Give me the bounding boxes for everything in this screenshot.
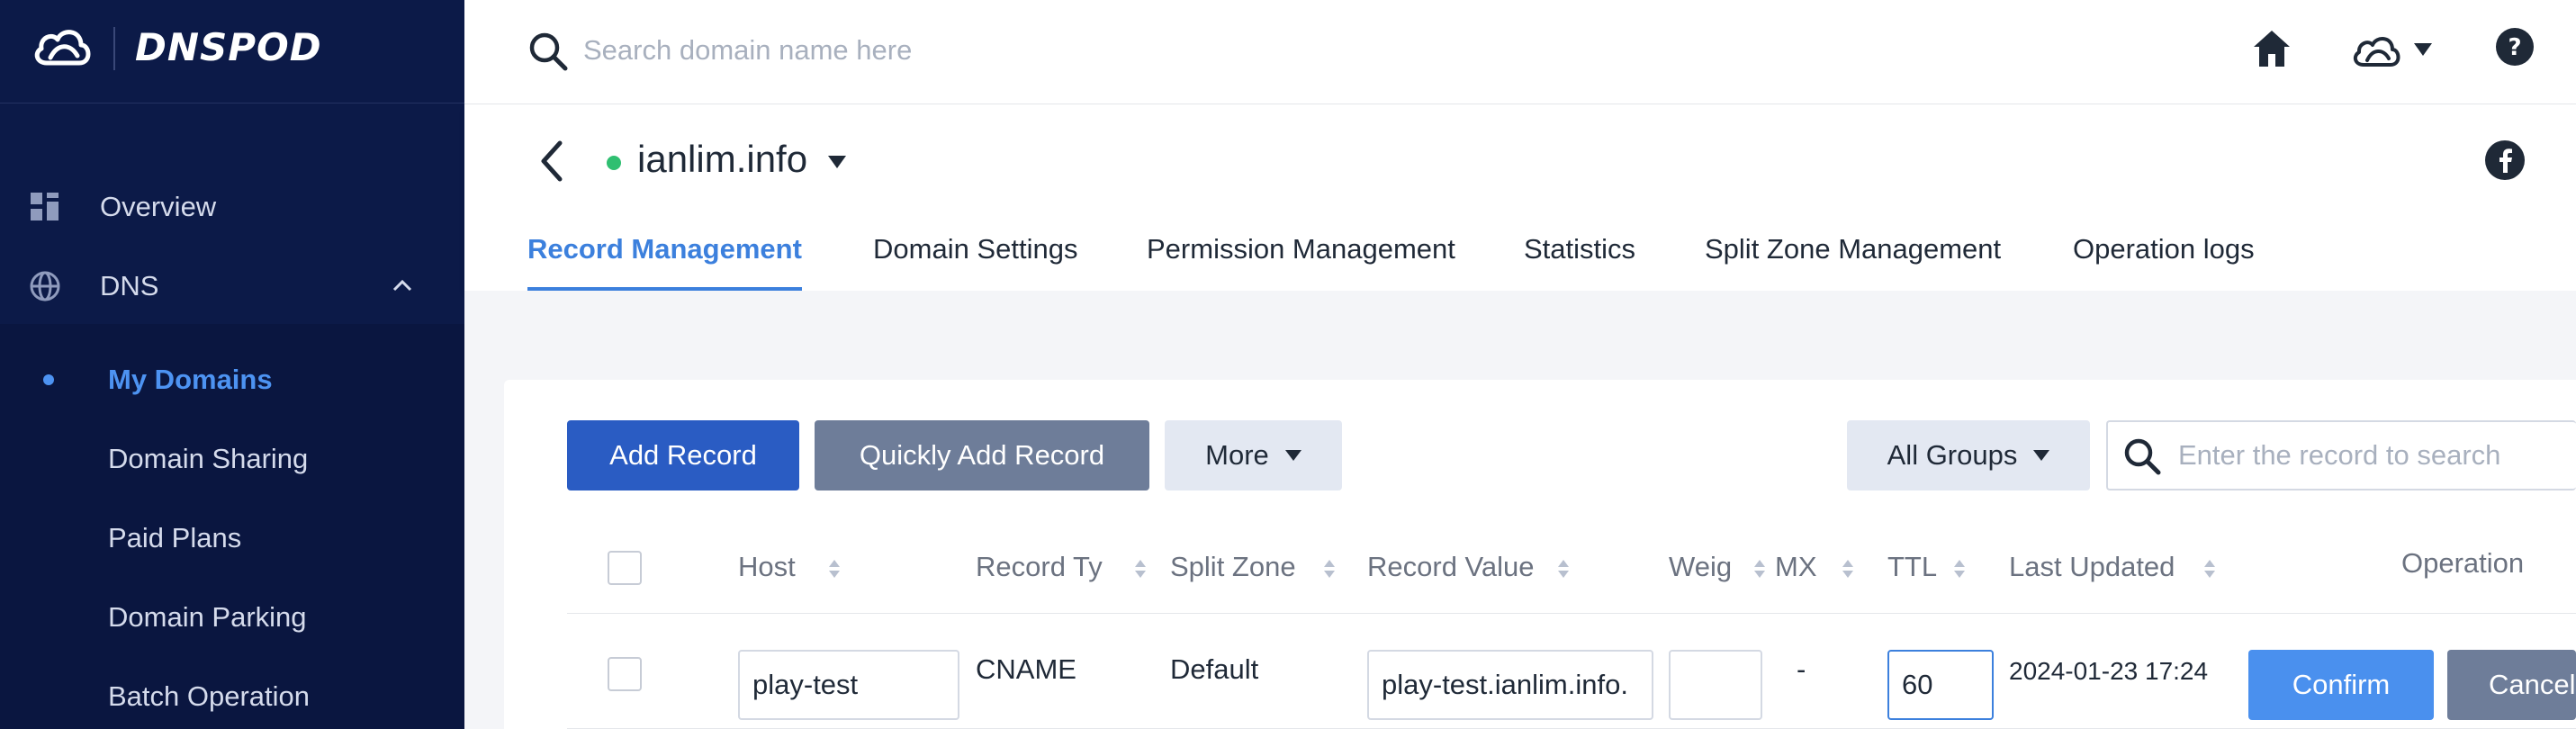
tab-operation-logs[interactable]: Operation logs	[2073, 231, 2255, 291]
tab-bar: Record Management Domain Settings Permis…	[464, 231, 2576, 291]
tab-permission-management[interactable]: Permission Management	[1147, 231, 1455, 291]
facebook-icon[interactable]	[2484, 140, 2526, 181]
sort-icon[interactable]	[1753, 558, 1766, 580]
cloud-icon[interactable]	[2351, 31, 2401, 70]
domain-header: ianlim.info Record Management Domain Set…	[464, 105, 2576, 291]
sidebar-subitem-label: My Domains	[108, 364, 273, 395]
header-operation: Operation	[2401, 547, 2525, 579]
brand-separator	[113, 27, 115, 70]
header-host[interactable]: Host	[738, 551, 796, 583]
sidebar-subitem-label: Domain Sharing	[108, 443, 309, 474]
record-value-input[interactable]	[1367, 650, 1653, 720]
sidebar-item-batch-operation[interactable]: Batch Operation	[0, 661, 464, 729]
add-record-button[interactable]: Add Record	[567, 420, 799, 490]
header-split-zone[interactable]: Split Zone	[1170, 551, 1296, 583]
last-updated-value: 2024-01-23 17:24	[2009, 657, 2209, 685]
more-dropdown-button[interactable]: More	[1165, 420, 1342, 490]
brand: DNSPOD	[0, 0, 464, 104]
records-card: Add Record Quickly Add Record More All G…	[504, 380, 2576, 729]
sidebar-item-dns[interactable]: DNS	[0, 250, 464, 322]
header-mx[interactable]: MX	[1775, 551, 1817, 583]
home-icon[interactable]	[2250, 27, 2293, 70]
sidebar: DNSPOD Overview DNS My Domains Domain Sh…	[0, 0, 464, 729]
search-icon[interactable]	[2122, 436, 2162, 476]
select-all-checkbox[interactable]	[608, 551, 642, 585]
topbar: ?	[464, 0, 2576, 104]
sidebar-item-domain-parking[interactable]: Domain Parking	[0, 581, 464, 653]
header-record-value[interactable]: Record Value	[1367, 551, 1535, 583]
weight-input[interactable]	[1669, 650, 1762, 720]
split-zone-select[interactable]: Default	[1170, 653, 1258, 686]
sidebar-item-label: DNS	[100, 270, 159, 302]
brand-name: DNSPOD	[135, 25, 322, 69]
search-icon[interactable]	[527, 31, 569, 72]
domain-name[interactable]: ianlim.info	[637, 138, 807, 181]
all-groups-dropdown[interactable]: All Groups	[1847, 420, 2090, 490]
domain-search-input[interactable]	[583, 27, 1393, 74]
back-arrow-icon[interactable]	[536, 138, 567, 184]
caret-down-icon	[1284, 450, 1302, 461]
header-last-updated[interactable]: Last Updated	[2009, 551, 2175, 583]
tab-record-management[interactable]: Record Management	[527, 231, 802, 291]
sidebar-subitem-label: Paid Plans	[108, 522, 242, 554]
row-checkbox[interactable]	[608, 657, 642, 691]
active-indicator	[43, 374, 54, 385]
mx-value: -	[1797, 653, 1806, 685]
record-type-select[interactable]: CNAME	[976, 653, 1076, 686]
tab-domain-settings[interactable]: Domain Settings	[873, 231, 1077, 291]
record-search	[2106, 420, 2576, 490]
more-label: More	[1205, 439, 1269, 471]
confirm-button[interactable]: Confirm	[2248, 650, 2434, 720]
sidebar-subitem-label: Batch Operation	[108, 680, 311, 712]
groups-label: All Groups	[1887, 439, 2018, 471]
table-header: Host Record Ty Split Zone Record Value W…	[567, 524, 2576, 614]
ttl-input[interactable]	[1887, 650, 1994, 720]
sort-icon[interactable]	[1134, 558, 1147, 580]
sort-icon[interactable]	[1953, 558, 1966, 580]
dnspod-logo-icon	[34, 30, 91, 66]
sidebar-item-label: Overview	[100, 191, 217, 222]
cancel-button[interactable]: Cancel	[2447, 650, 2576, 720]
quick-add-record-button[interactable]: Quickly Add Record	[815, 420, 1149, 490]
sidebar-item-paid-plans[interactable]: Paid Plans	[0, 502, 464, 574]
sort-icon[interactable]	[1557, 558, 1570, 580]
sidebar-item-overview[interactable]: Overview	[0, 171, 464, 243]
tab-statistics[interactable]: Statistics	[1524, 231, 1635, 291]
sort-icon[interactable]	[1323, 558, 1336, 580]
chevron-up-icon[interactable]	[389, 273, 416, 300]
domain-dropdown-icon[interactable]	[828, 156, 846, 168]
caret-down-icon	[2033, 450, 2050, 461]
header-weight[interactable]: Weig	[1669, 551, 1732, 583]
grid-icon	[31, 193, 59, 220]
table-row: CNAME Default - 2024-01-23 17:24 Confirm…	[567, 614, 2576, 729]
sort-icon[interactable]	[828, 558, 841, 580]
tab-split-zone-management[interactable]: Split Zone Management	[1705, 231, 2001, 291]
sort-icon[interactable]	[2203, 558, 2216, 580]
globe-icon	[30, 271, 60, 302]
svg-text:?: ?	[2508, 34, 2521, 61]
dns-subnav: My Domains Domain Sharing Paid Plans Dom…	[0, 324, 464, 729]
sidebar-item-my-domains[interactable]: My Domains	[0, 344, 464, 416]
host-input[interactable]	[738, 650, 959, 720]
sort-icon[interactable]	[1842, 558, 1854, 580]
record-search-input[interactable]	[2178, 433, 2556, 478]
help-icon[interactable]: ?	[2495, 27, 2535, 67]
header-ttl[interactable]: TTL	[1887, 551, 1937, 583]
header-record-type[interactable]: Record Ty	[976, 551, 1103, 583]
domain-status-dot	[607, 156, 621, 170]
caret-down-icon[interactable]	[2414, 43, 2432, 56]
sidebar-subitem-label: Domain Parking	[108, 601, 307, 633]
sidebar-item-domain-sharing[interactable]: Domain Sharing	[0, 423, 464, 495]
